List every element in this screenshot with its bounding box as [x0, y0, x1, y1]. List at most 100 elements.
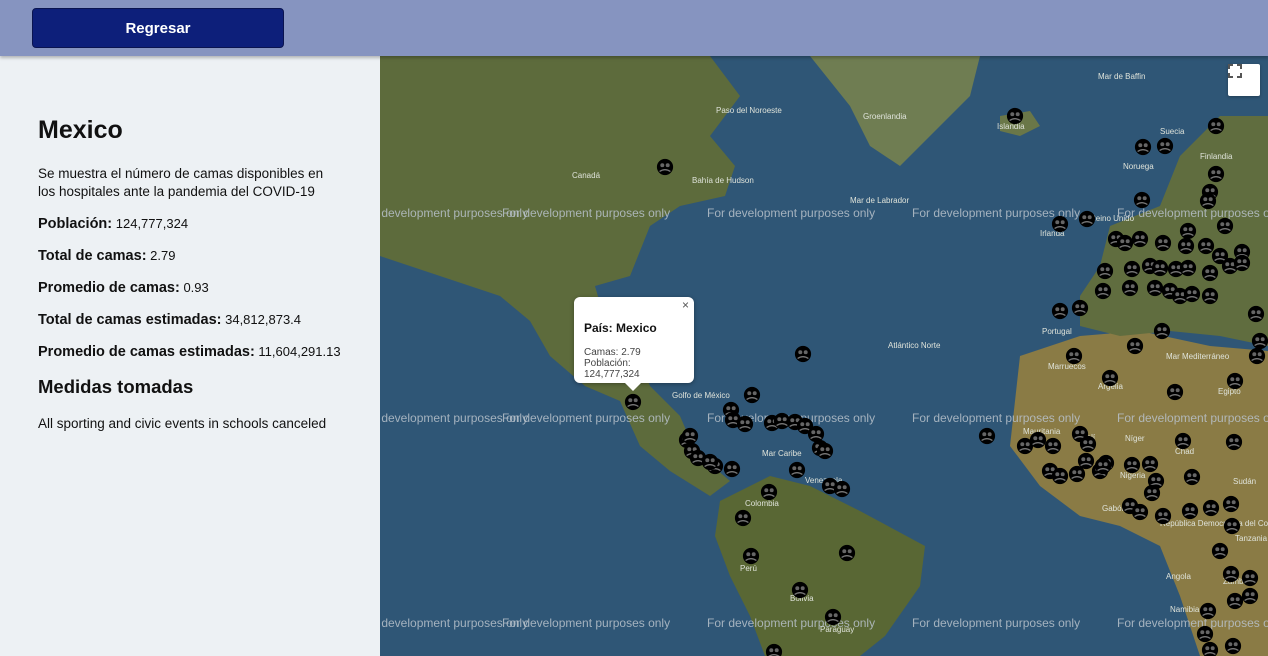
- biohazard-marker-icon[interactable]: [824, 608, 842, 626]
- label-mar-caribe: Mar Caribe: [762, 449, 802, 458]
- biohazard-marker-icon[interactable]: [794, 345, 812, 363]
- biohazard-marker-icon[interactable]: [978, 427, 996, 445]
- biohazard-marker-icon[interactable]: [1197, 237, 1215, 255]
- biohazard-marker-icon[interactable]: [1131, 503, 1149, 521]
- biohazard-marker-icon[interactable]: [1201, 287, 1219, 305]
- biohazard-marker-icon[interactable]: [1051, 302, 1069, 320]
- biohazard-marker-icon[interactable]: [1044, 437, 1062, 455]
- biohazard-marker-icon[interactable]: [681, 427, 699, 445]
- biohazard-marker-icon[interactable]: [1241, 569, 1259, 587]
- watermark: For development purposes only: [502, 411, 670, 425]
- label-marruecos: Marruecos: [1048, 362, 1086, 371]
- biohazard-marker-icon[interactable]: [1251, 332, 1268, 350]
- biohazard-marker-icon[interactable]: [1211, 542, 1229, 560]
- biohazard-marker-icon[interactable]: [1123, 456, 1141, 474]
- label-mar-labrador: Mar de Labrador: [850, 196, 909, 205]
- biohazard-marker-icon[interactable]: [1196, 625, 1214, 643]
- biohazard-marker-icon[interactable]: [1247, 305, 1265, 323]
- biohazard-marker-icon[interactable]: [1199, 192, 1217, 210]
- biohazard-marker-icon[interactable]: [624, 393, 642, 411]
- biohazard-marker-icon[interactable]: [1101, 369, 1119, 387]
- biohazard-marker-icon[interactable]: [1224, 637, 1242, 655]
- biohazard-marker-icon[interactable]: [1051, 467, 1069, 485]
- biohazard-marker-icon[interactable]: [1248, 347, 1266, 365]
- popup-close-button[interactable]: ×: [682, 298, 689, 312]
- biohazard-marker-icon[interactable]: [1146, 279, 1164, 297]
- biohazard-marker-icon[interactable]: [1183, 285, 1201, 303]
- biohazard-marker-icon[interactable]: [838, 544, 856, 562]
- biohazard-marker-icon[interactable]: [1199, 602, 1217, 620]
- biohazard-marker-icon[interactable]: [1121, 279, 1139, 297]
- biohazard-marker-icon[interactable]: [656, 158, 674, 176]
- biohazard-marker-icon[interactable]: [1096, 262, 1114, 280]
- biohazard-marker-icon[interactable]: [816, 442, 834, 460]
- biohazard-marker-icon[interactable]: [1225, 433, 1243, 451]
- label-colombia: Colombia: [745, 499, 779, 508]
- biohazard-marker-icon[interactable]: [788, 461, 806, 479]
- biohazard-marker-icon[interactable]: [1079, 435, 1097, 453]
- biohazard-marker-icon[interactable]: [1222, 565, 1240, 583]
- fullscreen-button[interactable]: [1228, 64, 1260, 96]
- biohazard-marker-icon[interactable]: [1094, 457, 1112, 475]
- watermark: For development purposes only: [707, 206, 875, 220]
- biohazard-marker-icon[interactable]: [1166, 383, 1184, 401]
- biohazard-marker-icon[interactable]: [1116, 234, 1134, 252]
- biohazard-marker-icon[interactable]: [1068, 465, 1086, 483]
- biohazard-marker-icon[interactable]: [743, 386, 761, 404]
- biohazard-marker-icon[interactable]: [1151, 259, 1169, 277]
- biohazard-marker-icon[interactable]: [1174, 432, 1192, 450]
- biohazard-marker-icon[interactable]: [1051, 215, 1069, 233]
- biohazard-marker-icon[interactable]: [1207, 117, 1225, 135]
- biohazard-marker-icon[interactable]: [1222, 495, 1240, 513]
- biohazard-marker-icon[interactable]: [760, 483, 778, 501]
- biohazard-marker-icon[interactable]: [1154, 507, 1172, 525]
- stat-total-beds: Total de camas: 2.79: [38, 248, 176, 264]
- biohazard-marker-icon[interactable]: [1154, 234, 1172, 252]
- biohazard-marker-icon[interactable]: [1131, 230, 1149, 248]
- biohazard-marker-icon[interactable]: [736, 415, 754, 433]
- biohazard-marker-icon[interactable]: [723, 460, 741, 478]
- biohazard-marker-icon[interactable]: [1241, 587, 1259, 605]
- biohazard-marker-icon[interactable]: [1071, 299, 1089, 317]
- biohazard-marker-icon[interactable]: [1143, 484, 1161, 502]
- biohazard-marker-icon[interactable]: [734, 509, 752, 527]
- biohazard-marker-icon[interactable]: [791, 581, 809, 599]
- biohazard-marker-icon[interactable]: [1006, 107, 1024, 125]
- back-button[interactable]: Regresar: [32, 8, 284, 48]
- biohazard-marker-icon[interactable]: [833, 480, 851, 498]
- biohazard-marker-icon[interactable]: [1126, 337, 1144, 355]
- biohazard-marker-icon[interactable]: [1202, 499, 1220, 517]
- biohazard-marker-icon[interactable]: [1223, 517, 1241, 535]
- biohazard-marker-icon[interactable]: [1179, 259, 1197, 277]
- biohazard-marker-icon[interactable]: [1065, 347, 1083, 365]
- world-map[interactable]: Groenlandia Islandia Suecia Finlandia No…: [380, 56, 1268, 656]
- biohazard-marker-icon[interactable]: [1226, 372, 1244, 390]
- label-paso-noroeste: Paso del Noroeste: [716, 106, 782, 115]
- biohazard-marker-icon[interactable]: [1078, 210, 1096, 228]
- biohazard-marker-icon[interactable]: [1153, 322, 1171, 340]
- biohazard-marker-icon[interactable]: [742, 547, 760, 565]
- biohazard-marker-icon[interactable]: [1141, 455, 1159, 473]
- label-rdc: República Democrática del Congo: [1160, 519, 1268, 528]
- biohazard-marker-icon[interactable]: [1177, 237, 1195, 255]
- biohazard-marker-icon[interactable]: [1029, 431, 1047, 449]
- popup-beds: Camas: 2.79: [584, 347, 641, 358]
- biohazard-marker-icon[interactable]: [1226, 592, 1244, 610]
- biohazard-marker-icon[interactable]: [1094, 282, 1112, 300]
- map-canvas[interactable]: Groenlandia Islandia Suecia Finlandia No…: [380, 56, 1268, 656]
- biohazard-marker-icon[interactable]: [1183, 468, 1201, 486]
- watermark: For development purposes only: [912, 616, 1080, 630]
- biohazard-marker-icon[interactable]: [701, 453, 719, 471]
- biohazard-marker-icon[interactable]: [1201, 264, 1219, 282]
- biohazard-marker-icon[interactable]: [1134, 138, 1152, 156]
- biohazard-marker-icon[interactable]: [1233, 254, 1251, 272]
- biohazard-marker-icon[interactable]: [1123, 260, 1141, 278]
- biohazard-marker-icon[interactable]: [1133, 191, 1151, 209]
- biohazard-marker-icon[interactable]: [807, 425, 825, 443]
- biohazard-marker-icon[interactable]: [1156, 137, 1174, 155]
- biohazard-marker-icon[interactable]: [1181, 502, 1199, 520]
- label-golfo-mexico: Golfo de México: [672, 391, 730, 400]
- biohazard-marker-icon[interactable]: [1207, 165, 1225, 183]
- biohazard-marker-icon[interactable]: [1216, 217, 1234, 235]
- biohazard-marker-icon[interactable]: [1179, 222, 1197, 240]
